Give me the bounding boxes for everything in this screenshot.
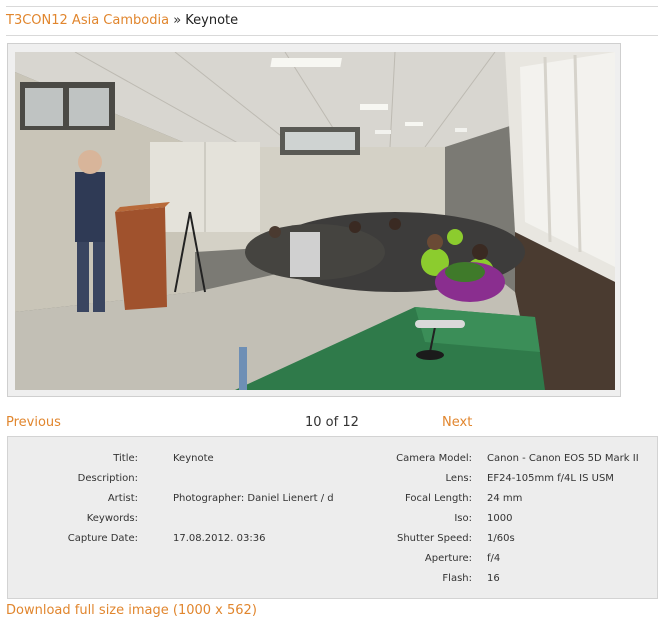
meta-value: 1000: [487, 513, 513, 524]
next-link[interactable]: Next: [442, 415, 472, 430]
download-full-size-link[interactable]: Download full size image (1000 x 562): [6, 603, 257, 618]
meta-label: Shutter Speed:: [396, 533, 472, 544]
breadcrumb-divider: [6, 35, 658, 36]
meta-label: Description:: [77, 473, 138, 484]
breadcrumb-parent-link[interactable]: T3CON12 Asia Cambodia: [6, 13, 169, 28]
meta-label: Keywords:: [86, 513, 138, 524]
meta-label: Focal Length:: [405, 493, 472, 504]
top-divider: [6, 6, 658, 7]
meta-value: Canon - Canon EOS 5D Mark II: [487, 453, 639, 464]
meta-value: Keynote: [173, 453, 214, 464]
meta-value: 1/60s: [487, 533, 515, 544]
keynote-photo[interactable]: [15, 52, 615, 390]
meta-label: Camera Model:: [396, 453, 472, 464]
meta-value: 16: [487, 573, 500, 584]
image-metadata-panel: Title: Keynote Description: Artist: Phot…: [7, 436, 658, 599]
meta-label: Aperture:: [424, 553, 472, 564]
previous-link[interactable]: Previous: [6, 415, 61, 430]
meta-label: Flash:: [442, 573, 472, 584]
image-counter: 10 of 12: [305, 415, 359, 430]
meta-label: Capture Date:: [67, 533, 138, 544]
meta-value: EF24-105mm f/4L IS USM: [487, 473, 614, 484]
meta-value: f/4: [487, 553, 501, 564]
meta-value: 24 mm: [487, 493, 523, 504]
meta-label: Lens:: [445, 473, 472, 484]
breadcrumb-separator: »: [173, 13, 182, 28]
meta-label: Artist:: [107, 493, 138, 504]
meta-label: Title:: [113, 453, 138, 464]
photo-frame: [7, 43, 621, 397]
meta-value: 17.08.2012. 03:36: [173, 533, 266, 544]
breadcrumb: T3CON12 Asia Cambodia » Keynote: [6, 13, 238, 28]
meta-label: Iso:: [454, 513, 472, 524]
breadcrumb-current: Keynote: [185, 13, 239, 28]
